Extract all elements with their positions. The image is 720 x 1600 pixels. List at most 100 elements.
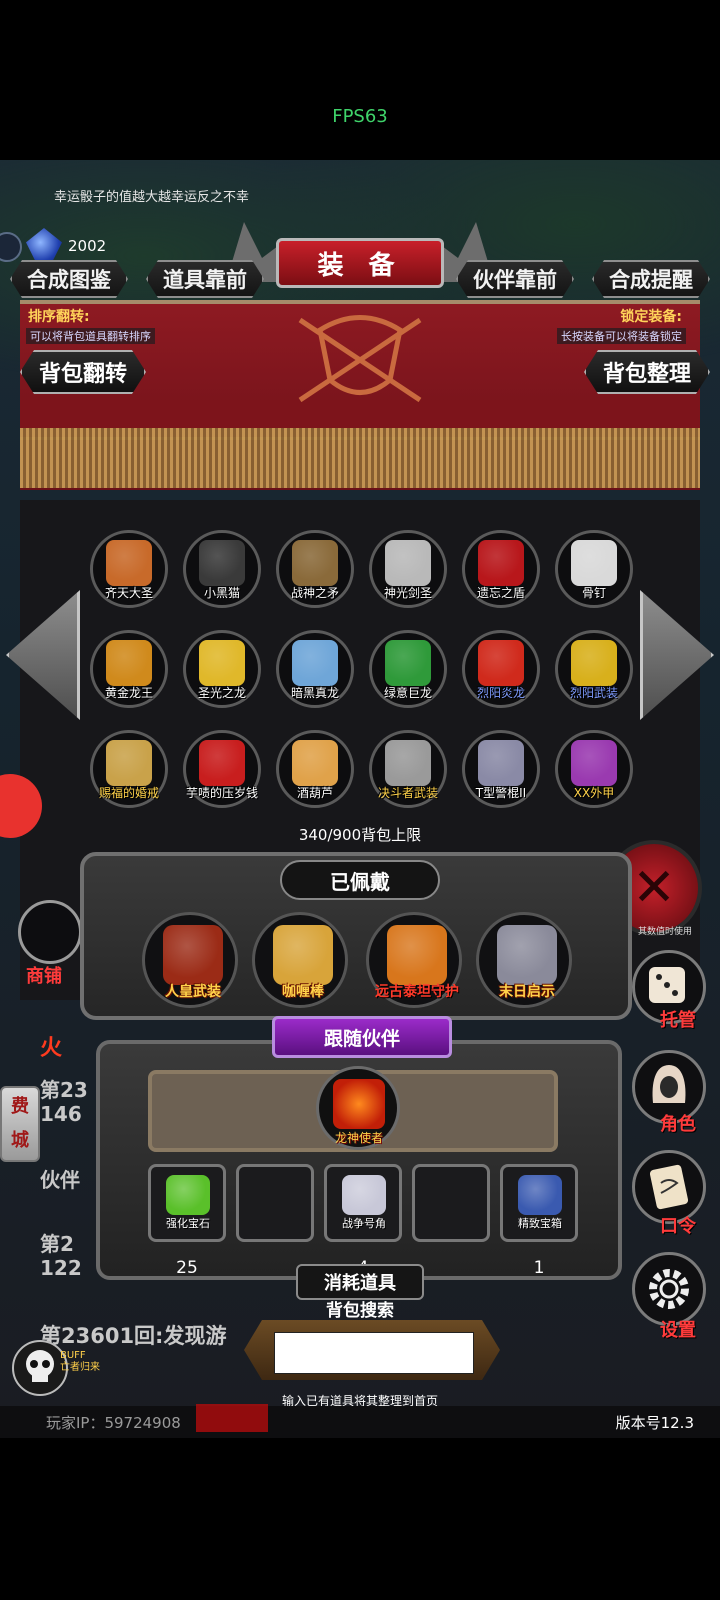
bag-item[interactable]: 决斗者武装 [367,730,449,814]
banner-fringe [20,428,700,488]
bag-item[interactable]: 赐福的婚戒 [88,730,170,814]
consumable-slot[interactable]: 战争号角 [324,1164,402,1242]
item-name: 战神之矛 [290,586,339,600]
fire-dragon-icon [478,640,524,686]
bag-item[interactable]: 神光剑圣 [367,530,449,614]
bag-item[interactable]: 齐天大圣 [88,530,170,614]
item-name: 赐福的婚戒 [98,786,159,800]
equipped-item[interactable]: 远古泰坦守护 [366,912,462,1008]
doom-blade-icon [497,925,557,985]
item-name: 神光剑圣 [383,586,432,600]
synthesis-reminder-button[interactable]: 合成提醒 [592,260,710,298]
items-first-button[interactable]: 道具靠前 [146,260,264,298]
log-fire-text: 火 [40,1036,63,1061]
bag-grid: 齐天大圣 小黑猫 战神之矛 神光剑圣 遗忘之盾 骨钉黄金龙王 圣光之龙 暗黑真龙 绿意巨龙 烈阳炎… [88,530,648,814]
mech-armor-icon [571,740,617,786]
consumable-slot[interactable]: 强化宝石 [148,1164,226,1242]
item-name: 烈阳炎龙 [476,686,525,700]
crossed-swords-emblem-icon [298,315,422,403]
equipped-item[interactable]: 末日启示 [476,912,572,1008]
bag-item[interactable]: 烈阳炎龙 [460,630,542,714]
monkey-king-icon [106,540,152,586]
bag-item[interactable]: 黄金龙王 [88,630,170,714]
equipped-item-name: 咖喱棒 [282,984,324,1000]
red-envelope-icon [199,740,245,786]
hp-bar [196,1404,268,1432]
consumable-name: 精致宝箱 [518,1217,562,1230]
item-name: T型警棍II [475,786,527,800]
fee-line2: 城 [11,1130,29,1151]
item-name: 酒葫芦 [296,786,333,800]
consumable-slot[interactable] [236,1164,314,1242]
consumables-title: 消耗道具 [296,1264,424,1300]
bag-item[interactable]: 战神之矛 [274,530,356,614]
log-partner: 伙伴 [40,1168,80,1192]
bag-item[interactable]: T型警棍II [460,730,542,814]
bag-item[interactable]: 酒葫芦 [274,730,356,814]
consumable-name: 强化宝石 [166,1217,210,1230]
bag-item[interactable]: 烈阳武装 [553,630,635,714]
bag-search-input[interactable] [274,1332,474,1374]
ring-icon [106,740,152,786]
titan-guard-icon [387,925,447,985]
partner-item[interactable]: 龙神使者 [316,1066,400,1150]
bag-item[interactable]: 小黑猫 [181,530,263,614]
emperor-armor-icon [163,925,223,985]
item-name: 圣光之龙 [197,686,246,700]
fee-city-button[interactable]: 费 城 [0,1086,40,1162]
bag-item[interactable]: XX外甲 [553,730,635,814]
buff-title: BUFF [60,1350,86,1361]
war-horn-icon [342,1175,386,1215]
synthesis-catalog-button[interactable]: 合成图鉴 [10,260,128,298]
version-number: 版本号12.3 [615,1414,694,1432]
equipped-item-name: 人皇武装 [165,984,221,1000]
bag-item[interactable]: 遗忘之盾 [460,530,542,614]
bag-item[interactable]: 骨钉 [553,530,635,614]
item-name: 烈阳武装 [569,686,618,700]
equipped-title: 已佩戴 [280,860,440,900]
bag-search-label: 背包搜索 [326,1301,394,1321]
item-name: 黄金龙王 [104,686,153,700]
item-name: 决斗者武装 [377,786,438,800]
bag-capacity: 340/900背包上限 [298,826,422,844]
gem-amount: 2002 [68,237,107,255]
equipped-item[interactable]: 咖喱棒 [252,912,348,1008]
dragon-envoy-icon [333,1079,385,1129]
item-name: XX外甲 [573,786,615,800]
bag-item[interactable]: 暗黑真龙 [274,630,356,714]
bag-item[interactable]: 芋啧的压岁钱 [181,730,263,814]
shield-icon [478,540,524,586]
green-dragon-icon [385,640,431,686]
treasure-chest-icon [518,1175,562,1215]
equipped-item-name: 远古泰坦守护 [375,984,459,1000]
golden-sword-icon [273,925,333,985]
skull-icon [26,1350,54,1382]
partners-first-button[interactable]: 伙伴靠前 [456,260,574,298]
dark-dragon-icon [292,640,338,686]
equipped-item-name: 末日启示 [499,984,555,1000]
log-round-a: 第23 [40,1078,88,1102]
log-round-b: 第2 [40,1232,74,1256]
log-num-b: 122 [40,1256,82,1280]
gem-counter: 2002 [26,228,106,264]
item-name: 暗黑真龙 [290,686,339,700]
shop-icon[interactable] [18,900,82,964]
percent-note: 其数值时使用 [638,927,693,937]
equipped-item[interactable]: 人皇武装 [142,912,238,1008]
item-name: 绿意巨龙 [383,686,432,700]
bag-organize-button[interactable]: 背包整理 [584,350,710,394]
consumable-slot[interactable] [412,1164,490,1242]
fee-line1: 费 [11,1096,29,1117]
bag-item[interactable]: 圣光之龙 [181,630,263,714]
bag-flip-button[interactable]: 背包翻转 [20,350,146,394]
shop-label: 商铺 [26,966,62,987]
item-name: 芋啧的压岁钱 [185,786,258,800]
duelist-armor-icon [385,740,431,786]
item-name: 齐天大圣 [104,586,153,600]
lock-equip-label: 锁定装备: [620,309,682,325]
scroll-icon [649,1164,689,1210]
lock-equip-hint: 长按装备可以将装备锁定 [557,328,686,344]
bag-item[interactable]: 绿意巨龙 [367,630,449,714]
log-num-a: 146 [40,1102,82,1126]
consumable-slot[interactable]: 精致宝箱 [500,1164,578,1242]
